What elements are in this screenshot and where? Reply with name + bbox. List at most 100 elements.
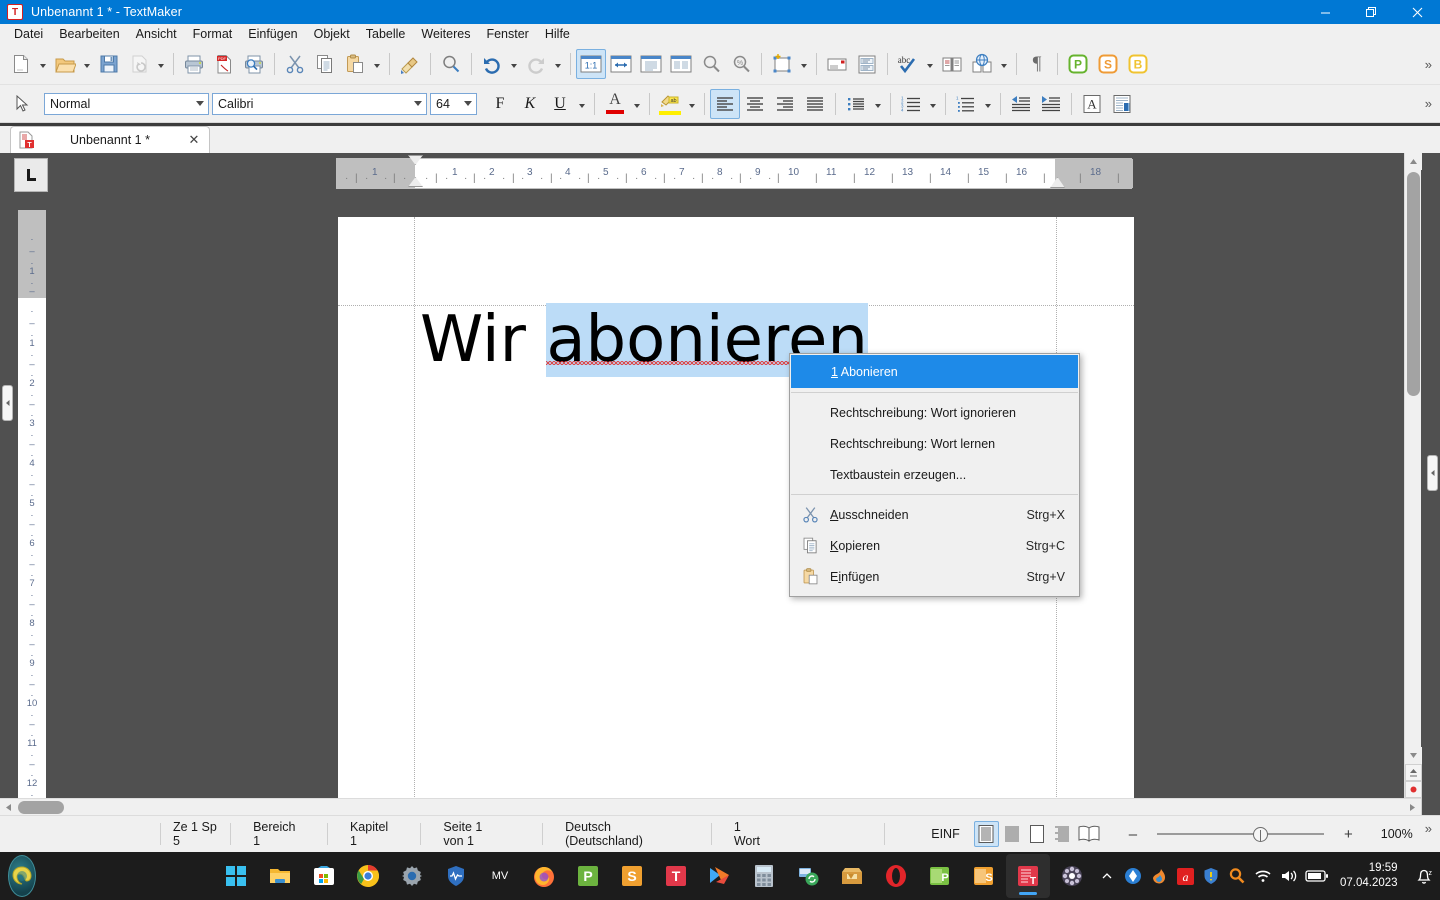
zoom-out-button[interactable]: – [1117,826,1149,843]
minimize-button[interactable] [1302,0,1348,24]
zoom-100-icon[interactable]: 1:1 [576,49,606,79]
google-chrome-icon[interactable] [346,854,390,898]
planmaker-icon[interactable]: P [1063,49,1093,79]
new-document-icon[interactable] [6,49,36,79]
bold-button[interactable]: F [485,89,515,119]
labels-icon[interactable] [852,49,882,79]
menu-einfuegen[interactable]: Einfügen [240,24,305,44]
open-file-dropdown[interactable] [80,49,94,79]
maximize-restore-button[interactable] [1348,0,1394,24]
microsoft-store-icon[interactable] [302,854,346,898]
zoom-percent-icon[interactable]: % [726,49,756,79]
create-text-module[interactable]: Textbaustein erzeugen... [790,459,1079,490]
section-indicator[interactable]: Bereich 1 [231,820,328,848]
fit-page-width-icon[interactable] [606,49,636,79]
cursor-arrow-icon[interactable] [8,89,38,119]
page-indicator[interactable]: Seite 1 von 1 [421,820,544,848]
zoom-level[interactable]: 100% [1365,827,1425,841]
planmaker-taskbar-icon[interactable]: P [566,854,610,898]
formatting-marks-icon[interactable]: ¶ [1022,49,1052,79]
insert-object-dropdown[interactable] [797,49,811,79]
battery-icon[interactable] [1302,858,1332,894]
highlight-color-icon[interactable]: ab [655,89,685,119]
browse-object-button[interactable] [1405,781,1422,798]
word-count[interactable]: 1 Wort [712,820,886,848]
view-draft-icon[interactable] [999,821,1024,847]
basicmaker-icon[interactable]: B [1123,49,1153,79]
align-right-icon[interactable] [770,89,800,119]
menu-datei[interactable]: Datei [6,24,51,44]
menu-fenster[interactable]: Fenster [478,24,536,44]
print-icon[interactable] [179,49,209,79]
menu-weiteres[interactable]: Weiteres [413,24,478,44]
close-icon[interactable]: ✕ [185,132,203,148]
previous-page-button[interactable] [1405,764,1422,781]
new-document-dropdown[interactable] [36,49,50,79]
translate-icon[interactable] [967,49,997,79]
horizontal-scrollbar[interactable] [0,798,1421,815]
show-hidden-icons-button[interactable] [1094,858,1120,894]
save-icon[interactable] [94,49,124,79]
suggestion-abonieren[interactable]: 1 Abonieren [791,355,1078,388]
cut-menu-item[interactable]: Ausschneiden Strg+X [790,499,1079,530]
italic-button[interactable]: K [515,89,545,119]
notification-bell-icon[interactable]: z [1406,858,1440,894]
task-view-icon[interactable] [214,854,258,898]
chevron-down-icon[interactable] [409,94,426,114]
start-button[interactable] [8,855,36,897]
font-color-dropdown[interactable] [630,89,644,119]
settings-icon[interactable] [390,854,434,898]
menu-hilfe[interactable]: Hilfe [537,24,578,44]
tray-app-orange-icon[interactable] [1146,858,1172,894]
view-normal-icon[interactable] [973,821,999,847]
media-player-icon[interactable] [698,854,742,898]
character-format-icon[interactable]: A [1077,89,1107,119]
spelling-learn-word[interactable]: Rechtschreibung: Wort lernen [790,428,1079,459]
opera-icon[interactable] [874,854,918,898]
two-pages-icon[interactable] [666,49,696,79]
zoom-in-icon[interactable] [696,49,726,79]
align-left-icon[interactable] [710,88,740,119]
tab-stop-left-icon[interactable] [14,158,48,192]
right-pane-splitter[interactable] [1427,455,1438,491]
file-explorer-icon[interactable] [258,854,302,898]
view-book-icon[interactable] [1075,821,1104,847]
copy-icon[interactable] [310,49,340,79]
align-justify-icon[interactable] [800,89,830,119]
presentations-doc-icon[interactable]: S [962,854,1006,898]
planmaker-doc-icon[interactable]: P [918,854,962,898]
numbered-list-dropdown[interactable] [926,89,940,119]
vertical-scrollbar[interactable] [1404,153,1422,815]
search-icon[interactable] [436,49,466,79]
undo-icon[interactable] [477,49,507,79]
search-tray-icon[interactable] [1224,858,1250,894]
clock[interactable]: 19:59 07.04.2023 [1332,861,1406,891]
revert-dropdown[interactable] [154,49,168,79]
menu-objekt[interactable]: Objekt [306,24,358,44]
spelling-ignore-word[interactable]: Rechtschreibung: Wort ignorieren [790,397,1079,428]
menu-format[interactable]: Format [185,24,241,44]
security-warning-icon[interactable] [1198,858,1224,894]
volume-icon[interactable] [1276,858,1302,894]
scroll-down-icon[interactable] [1405,747,1422,764]
vertical-ruler[interactable]: · – · 1 · – · – · 1 · – · 2 · – · 3 · – [18,210,46,810]
scroll-left-icon[interactable] [0,799,17,816]
cursor-position[interactable]: Ze 1 Sp 5 [160,820,232,848]
font-size-combo[interactable]: 64 [430,92,477,115]
paste-icon[interactable] [340,49,370,79]
media-app-icon[interactable] [1050,854,1094,898]
chevron-down-icon[interactable] [459,94,476,114]
undo-dropdown[interactable] [507,49,521,79]
menu-ansicht[interactable]: Ansicht [128,24,185,44]
underline-dropdown[interactable] [575,89,589,119]
underline-button[interactable]: U [545,89,575,119]
decrease-indent-icon[interactable] [1006,89,1036,119]
language-indicator[interactable]: Deutsch (Deutschland) [543,820,712,848]
numbered-list-icon[interactable]: 1234 [896,89,926,119]
envelope-icon[interactable] [822,49,852,79]
calculator-icon[interactable] [742,854,786,898]
backup-icon[interactable] [786,854,830,898]
cut-icon[interactable] [280,49,310,79]
mv-icon[interactable]: MV [478,854,522,898]
format-painter-icon[interactable] [395,49,425,79]
